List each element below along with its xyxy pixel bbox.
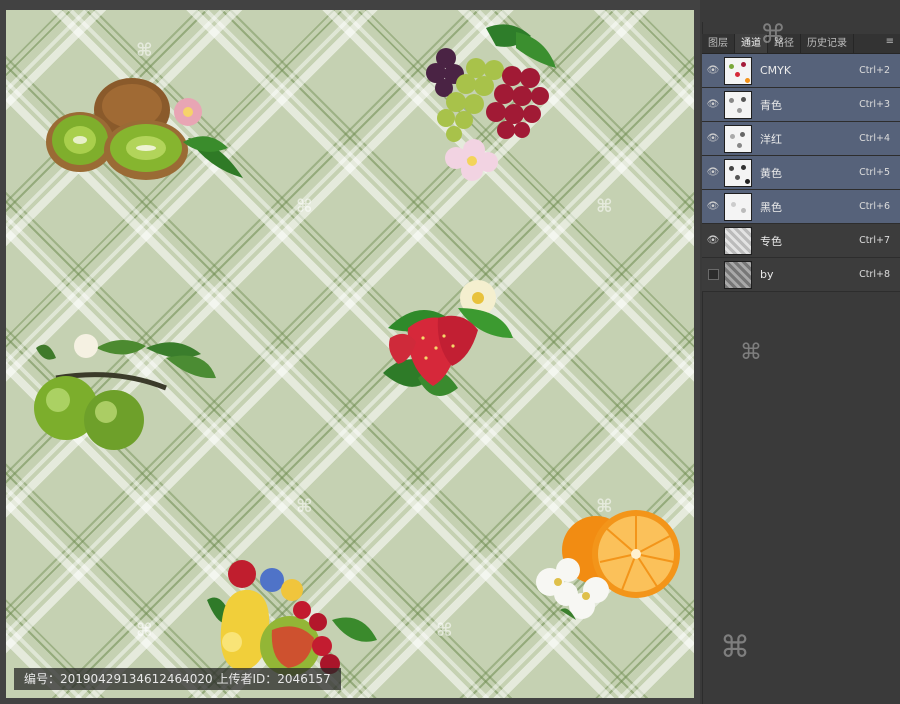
channel-name: by (760, 268, 774, 281)
channel-thumbnail (724, 56, 752, 85)
tab-layers[interactable]: 图层 (702, 34, 735, 53)
channel-shortcut: Ctrl+2 (859, 65, 890, 76)
channel-thumbnail (724, 158, 752, 187)
watermark-glyph: ⌘ (296, 496, 313, 517)
channel-name: 洋红 (760, 132, 782, 146)
channel-shortcut: Ctrl+7 (859, 235, 890, 246)
channel-name: 黑色 (760, 200, 782, 214)
visibility-toggle[interactable] (708, 269, 719, 280)
watermark-glyph: ⌘ (720, 630, 750, 665)
channel-thumbnail (724, 90, 752, 119)
watermark-glyph: ⌘ (296, 196, 313, 217)
watermark-glyph: ⌘ (760, 20, 786, 50)
document-canvas[interactable]: ⌘ ⌘ ⌘ ⌘ ⌘ ⌘ ⌘ (6, 10, 694, 698)
app-window: ⌘ ⌘ ⌘ ⌘ ⌘ ⌘ ⌘ 编号：20190429134612464020 上传… (0, 0, 900, 704)
strawberry-illustration (383, 280, 513, 396)
eye-icon[interactable]: 👁 (702, 167, 724, 178)
channel-row-by[interactable]: by Ctrl+8 (702, 258, 900, 292)
channel-row-cyan[interactable]: 👁 青色 Ctrl+3 (702, 88, 900, 122)
green-apples-illustration (34, 334, 216, 450)
channel-row-spot[interactable]: 👁 专色 Ctrl+7 (702, 224, 900, 258)
channel-thumbnail (724, 192, 752, 221)
eye-icon[interactable]: 👁 (702, 65, 724, 76)
channel-row-yellow[interactable]: 👁 黄色 Ctrl+5 (702, 156, 900, 190)
channel-shortcut: Ctrl+8 (859, 269, 890, 280)
channel-name: 专色 (760, 234, 782, 248)
channel-name: 青色 (760, 98, 782, 112)
panel-tabs: 图层 通道 路径 历史记录 (702, 34, 900, 54)
eye-icon[interactable]: 👁 (702, 99, 724, 110)
channel-row-cmyk[interactable]: 👁 CMYK Ctrl+2 (702, 54, 900, 88)
channel-shortcut: Ctrl+5 (859, 167, 890, 178)
watermark-glyph: ⌘ (136, 620, 153, 641)
watermark-glyph: ⌘ (436, 620, 453, 641)
channel-thumbnail (724, 124, 752, 153)
channel-row-magenta[interactable]: 👁 洋红 Ctrl+4 (702, 122, 900, 156)
channel-shortcut: Ctrl+6 (859, 201, 890, 212)
channel-name: 黄色 (760, 166, 782, 180)
kiwi-illustration (46, 78, 243, 180)
document-area: ⌘ ⌘ ⌘ ⌘ ⌘ ⌘ ⌘ 编号：20190429134612464020 上传… (0, 0, 700, 704)
eye-icon[interactable]: 👁 (702, 133, 724, 144)
grapes-illustration (426, 24, 556, 181)
panel-menu-icon[interactable]: ≡ (886, 36, 894, 47)
channel-thumbnail (724, 260, 752, 289)
watermark-glyph: ⌘ (596, 196, 613, 217)
fruit-bunch-illustration (207, 560, 377, 676)
channel-thumbnail (724, 226, 752, 255)
eye-icon[interactable]: 👁 (702, 201, 724, 212)
channel-shortcut: Ctrl+4 (859, 133, 890, 144)
image-caption: 编号：20190429134612464020 上传者ID：2046157 (14, 668, 341, 690)
watermark-glyph: ⌘ (596, 496, 613, 517)
channel-shortcut: Ctrl+3 (859, 99, 890, 110)
watermark-glyph: ⌘ (136, 40, 153, 61)
tab-history[interactable]: 历史记录 (801, 34, 854, 53)
channel-name: CMYK (760, 64, 792, 77)
eye-icon[interactable]: 👁 (702, 235, 724, 246)
orange-illustration (536, 510, 680, 620)
channel-row-black[interactable]: 👁 黑色 Ctrl+6 (702, 190, 900, 224)
watermark-glyph: ⌘ (740, 340, 762, 365)
channel-list: 👁 CMYK Ctrl+2 👁 青色 Ctrl+3 👁 洋红 Ctrl+4 👁 … (702, 54, 900, 292)
